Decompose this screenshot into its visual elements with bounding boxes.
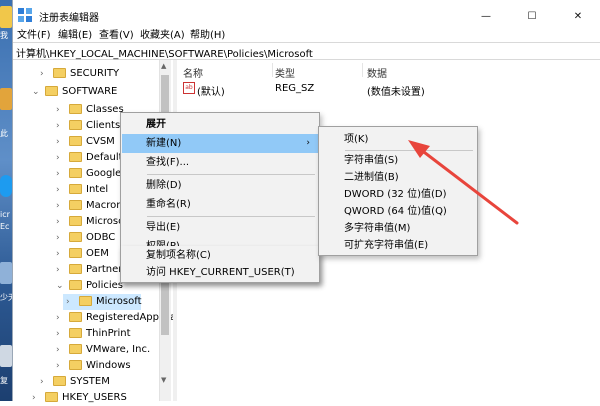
- annotation-arrow: [408, 140, 519, 225]
- annotation-arrow-shaft: [414, 144, 519, 225]
